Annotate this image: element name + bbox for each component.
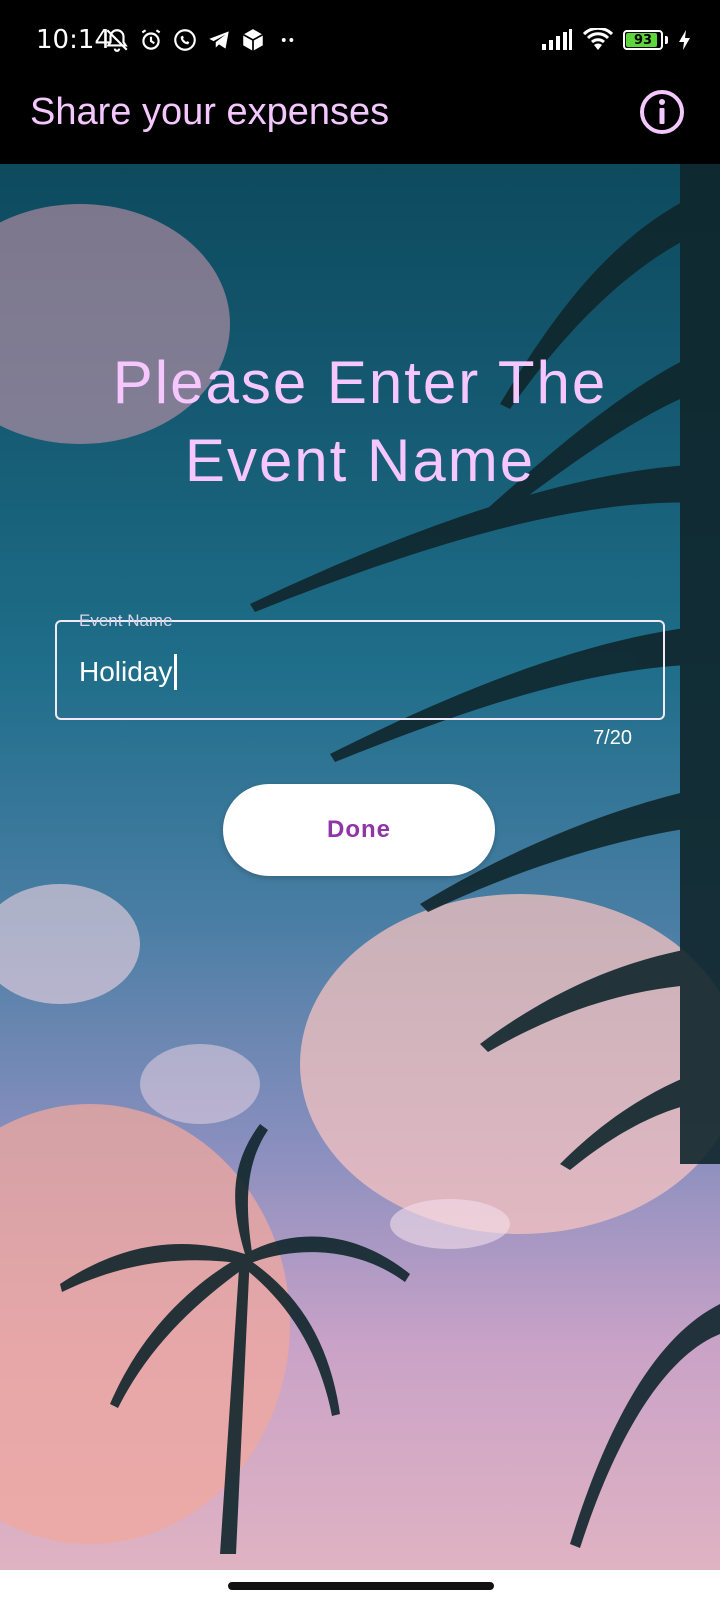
notification-icons <box>104 24 300 56</box>
charging-icon <box>679 30 690 50</box>
signal-icon <box>542 29 572 50</box>
event-name-field[interactable]: Event Name Holiday <box>55 611 665 720</box>
alarm-icon <box>141 29 161 50</box>
page-heading: Please Enter The Event Name <box>112 349 608 494</box>
package-icon <box>242 29 264 51</box>
status-time: 10:14 <box>36 25 111 55</box>
app-title: Share your expenses <box>30 91 390 133</box>
character-counter: 7/20 <box>593 727 632 749</box>
system-icons: 93 <box>541 24 692 56</box>
wifi-icon <box>583 28 613 50</box>
home-indicator[interactable] <box>228 1582 494 1590</box>
done-button[interactable]: Done <box>223 784 495 876</box>
status-bar: 10:14 93 <box>0 0 720 80</box>
more-dots-icon <box>281 38 294 42</box>
whatsapp-icon <box>174 29 196 51</box>
event-name-value: Holiday <box>79 656 173 687</box>
event-name-input[interactable]: Holiday <box>79 650 178 694</box>
app-bar: Share your expenses <box>0 80 720 164</box>
battery-tip <box>665 36 668 44</box>
navigation-bar <box>0 1570 720 1600</box>
info-icon <box>640 90 684 134</box>
event-name-label: Event Name <box>79 611 173 630</box>
battery-level: 93 <box>633 32 653 48</box>
text-caret <box>174 654 178 690</box>
info-button[interactable] <box>636 86 688 138</box>
bell-off-icon <box>106 29 128 52</box>
event-name-screen: Please Enter The Event Name Event Name H… <box>0 164 720 1570</box>
battery-icon: 93 <box>623 30 663 50</box>
telegram-icon <box>209 31 229 49</box>
